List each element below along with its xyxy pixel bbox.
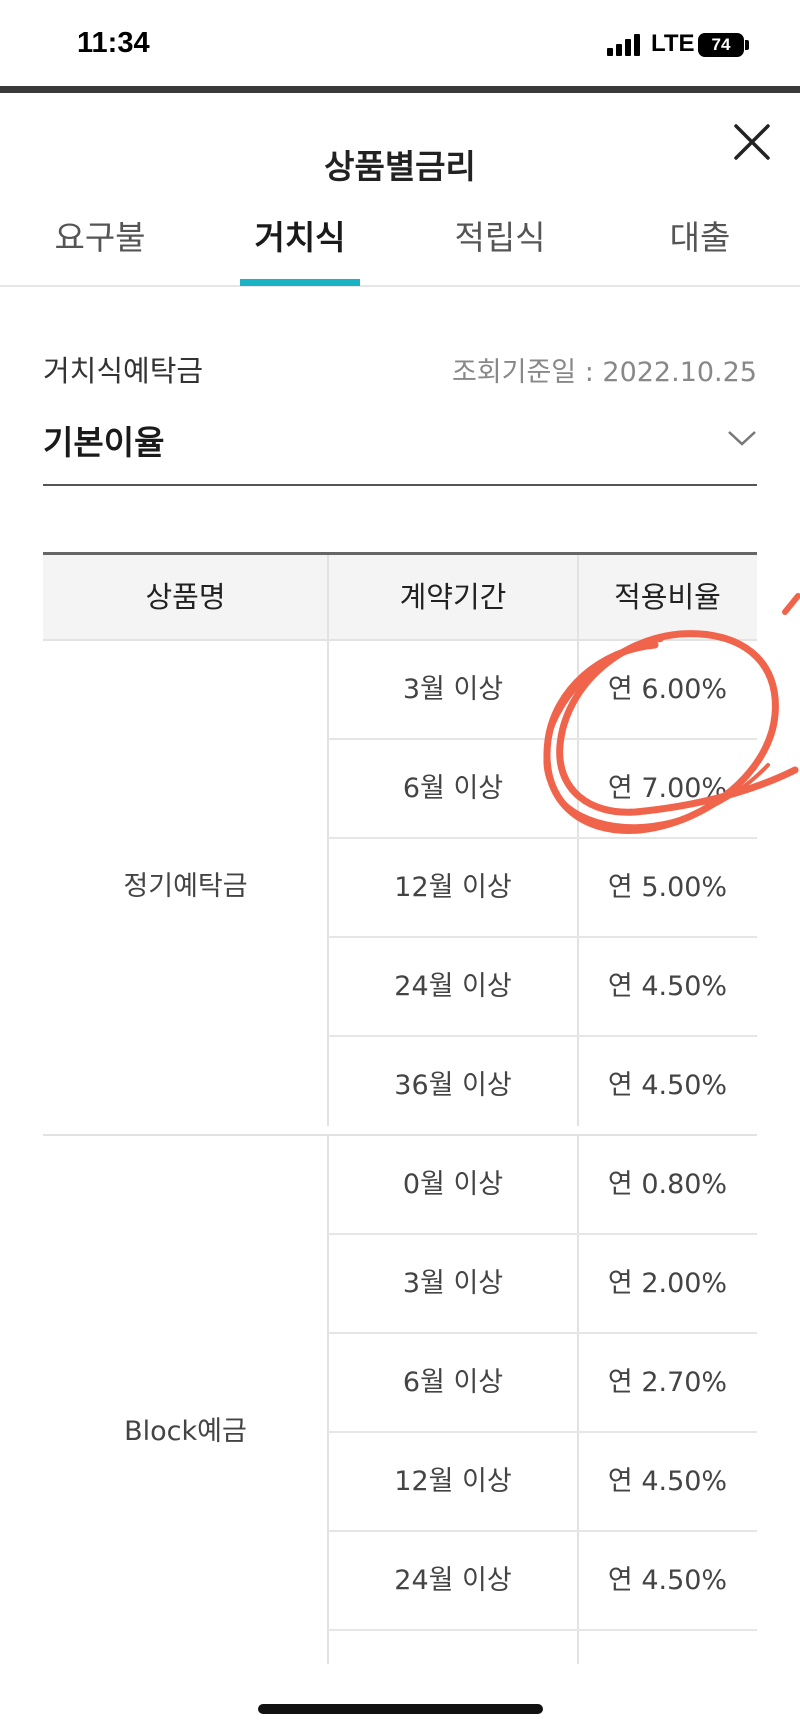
rate-cell: 연 4.50% xyxy=(607,971,728,1002)
column-divider xyxy=(577,555,579,639)
term-cell: 3월 이상 xyxy=(402,1268,504,1299)
column-header-rate: 적용비율 xyxy=(614,580,721,614)
chevron-down-icon xyxy=(728,431,756,446)
rate-cell: 연 2.00% xyxy=(607,1268,728,1299)
table-row: 6월 이상 연 7.00% xyxy=(328,740,757,839)
term-cell: 24월 이상 xyxy=(394,971,512,1002)
network-label: LTE xyxy=(651,30,695,57)
table-row: 36월 이상 연 4.50% xyxy=(328,1037,757,1134)
rate-cell: 연 2.70% xyxy=(607,1367,728,1398)
rate-cell: 연 7.00% xyxy=(607,773,728,804)
status-time: 11:34 xyxy=(77,27,150,59)
tab-installment[interactable]: 적립식 xyxy=(440,212,560,287)
rate-type-select[interactable]: 기본이율 xyxy=(43,410,757,486)
table-row: 6월 이상 연 2.70% xyxy=(328,1334,757,1433)
status-bar: 11:34 LTE 74 xyxy=(0,0,800,86)
reference-date: 조회기준일 : 2022.10.25 xyxy=(451,357,757,388)
table-row: 3월 이상 연 2.00% xyxy=(328,1235,757,1334)
rate-type-value: 기본이율 xyxy=(43,423,165,462)
table-row: 3월 이상 연 6.00% xyxy=(328,641,757,740)
rate-cell: 연 4.50% xyxy=(607,1466,728,1497)
term-cell: 6월 이상 xyxy=(402,1367,504,1398)
rate-cell: 연 5.00% xyxy=(607,872,728,903)
bottom-safe-area xyxy=(0,1664,800,1731)
rate-cell: 연 0.80% xyxy=(607,1169,728,1200)
tabs-divider xyxy=(0,285,800,287)
tab-fixed-deposit[interactable]: 거치식 xyxy=(240,212,360,287)
group-name: Block예금 xyxy=(124,1415,247,1447)
tab-demand[interactable]: 요구불 xyxy=(40,212,160,287)
product-name: 거치식예탁금 xyxy=(43,354,204,388)
term-cell: 6월 이상 xyxy=(402,773,504,804)
table-row: 12월 이상 연 5.00% xyxy=(328,839,757,938)
column-divider xyxy=(327,555,329,639)
battery-icon: 74 xyxy=(698,33,744,57)
signal-icon xyxy=(607,34,643,56)
term-cell: 24월 이상 xyxy=(394,1565,512,1596)
term-cell: 3월 이상 xyxy=(402,674,504,705)
sheet-top-border xyxy=(0,86,800,93)
rate-table: 상품명 계약기간 적용비율 정기예탁금 3월 이상 연 6.00% 6월 이상 … xyxy=(43,552,757,1730)
active-tab-indicator xyxy=(240,279,360,286)
table-header: 상품명 계약기간 적용비율 xyxy=(43,555,757,641)
battery-tip xyxy=(745,40,749,50)
table-row: 12월 이상 연 4.50% xyxy=(328,1433,757,1532)
tab-loan[interactable]: 대출 xyxy=(640,212,760,287)
rate-cell: 연 6.00% xyxy=(607,674,728,705)
home-indicator[interactable] xyxy=(258,1704,543,1714)
page-title: 상품별금리 xyxy=(324,147,476,186)
table-row: 24월 이상 연 4.50% xyxy=(328,938,757,1037)
product-group: 정기예탁금 3월 이상 연 6.00% 6월 이상 연 7.00% 12월 이상… xyxy=(43,641,757,1136)
group-name: 정기예탁금 xyxy=(123,871,248,902)
product-group: Block예금 0월 이상 연 0.80% 3월 이상 연 2.00% 6월 이… xyxy=(43,1136,757,1730)
rate-cell: 연 4.50% xyxy=(607,1070,728,1101)
column-header-term: 계약기간 xyxy=(399,580,507,614)
table-row: 0월 이상 연 0.80% xyxy=(328,1136,757,1235)
term-cell: 36월 이상 xyxy=(394,1070,512,1101)
tab-bar: 요구불 거치식 적립식 대출 xyxy=(0,212,800,287)
close-icon xyxy=(734,124,770,160)
table-row: 24월 이상 연 4.50% xyxy=(328,1532,757,1631)
term-cell: 0월 이상 xyxy=(402,1169,504,1200)
rate-cell: 연 4.50% xyxy=(607,1565,728,1596)
term-cell: 12월 이상 xyxy=(394,872,512,903)
term-cell: 12월 이상 xyxy=(394,1466,512,1497)
column-header-product: 상품명 xyxy=(145,580,226,614)
close-button[interactable] xyxy=(730,120,774,164)
